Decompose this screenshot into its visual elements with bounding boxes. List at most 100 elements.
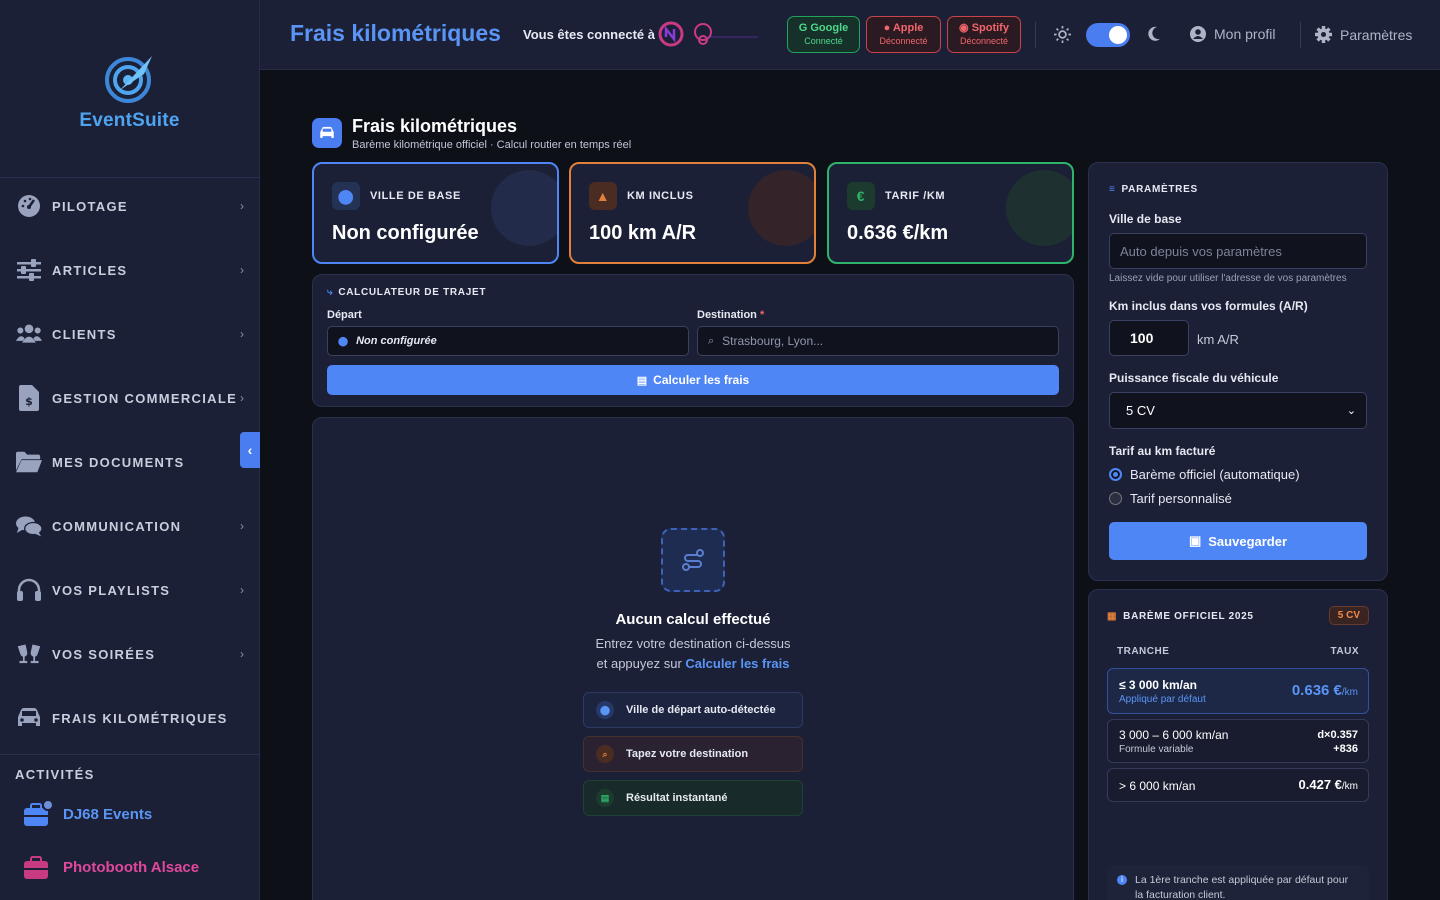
step-instant-result: ▤ Résultat instantané [583,780,803,816]
search-icon: ⌕ [596,745,614,763]
rate-label: Tarif au km facturé [1109,444,1216,458]
activities-section: ACTIVITÉS [0,754,260,782]
page-header: Frais kilométriques Barème kilométrique … [312,116,631,151]
radio-button[interactable] [1109,468,1122,481]
nav-label: CLIENTS [52,326,117,342]
rate-option-custom[interactable]: Tarif personnalisé [1109,491,1232,506]
km-input[interactable]: 100 [1109,320,1189,356]
stat-value: 100 km A/R [589,222,697,244]
nav-label: PILOTAGE [52,198,128,214]
nav-vos-soirees[interactable]: VOS SOIRÉES › [0,622,260,686]
partner-logos [658,21,758,47]
nav-gestion-commerciale[interactable]: $ GESTION COMMERCIALE › [0,366,260,430]
activity-label: DJ68 Events [63,805,153,823]
bareme-title: ▦ BARÈME OFFICIEL 2025 [1107,611,1254,622]
car-icon [312,118,342,148]
base-city-input[interactable]: Auto depuis vos paramètres [1109,233,1367,269]
calculator-icon: ▤ [636,374,648,387]
profile-link[interactable]: Mon profil [1190,26,1275,42]
top-header: Frais kilométriques Vous êtes connecté à… [260,0,1440,70]
settings-panel: ≡ PARAMÈTRES Ville de base Auto depuis v… [1088,162,1388,581]
chevron-down-icon: ⌄ [1346,405,1356,417]
nav-mes-documents[interactable]: MES DOCUMENTS › [0,430,260,494]
google-icon: G [798,21,811,34]
nav-articles[interactable]: ARTICLES › [0,238,260,302]
save-button[interactable]: ▣ Sauvegarder [1109,522,1367,560]
gear-icon [1315,26,1332,43]
results-card: Aucun calcul effectué Entrez votre desti… [312,417,1074,900]
map-pin-icon: ⬤ [596,701,614,719]
header-title: Frais kilométriques [290,20,501,46]
activity-dj68-events[interactable]: DJ68 Events [22,800,152,828]
apple-service-status[interactable]: ● Apple Déconnecté [866,16,941,53]
spotify-service-status[interactable]: ◉ Spotify Déconnecté [947,16,1021,53]
bareme-card: ▦ BARÈME OFFICIEL 2025 5 CV TRANCHE TAUX… [1088,589,1388,900]
nav-frais-kilometriques[interactable]: FRAIS KILOMÉTRIQUES [0,686,260,750]
moon-icon [1148,26,1160,41]
map-pin-icon: ⬤ [338,335,349,346]
stat-card-tarif-km: € TARIF /KM 0.636 €/km [827,162,1074,264]
divider [1035,22,1036,48]
stat-card-ville-de-base: ⬤ VILLE DE BASE Non configurée [312,162,559,264]
calculate-button[interactable]: ▤ Calculer les frais [327,365,1059,395]
activities-title: ACTIVITÉS [15,767,95,782]
google-service-status[interactable]: G Google Connecté [787,16,860,53]
empty-state-line1: Entrez votre destination ci-dessus [595,636,791,651]
theme-toggle[interactable] [1086,23,1130,47]
chevron-right-icon: › [240,263,244,277]
bareme-row: 3 000 – 6 000 km/an Formule variable d×0… [1107,719,1369,763]
euro-icon: € [847,182,875,210]
destination-label: Destination * [697,309,765,321]
settings-link[interactable]: Paramètres [1315,26,1412,43]
stat-label: TARIF /KM [885,190,946,202]
nav-label: VOS PLAYLISTS [52,582,171,598]
service-status-text: Connecté [804,35,843,46]
collapse-sidebar-button[interactable]: ‹ [240,432,260,468]
km-label: Km inclus dans vos formules (A/R) [1109,299,1308,313]
nav-pilotage[interactable]: PILOTAGE › [0,174,260,238]
depart-field[interactable]: ⬤ Non configurée [327,326,689,356]
save-icon: ▣ [1188,533,1202,548]
stat-card-km-inclus: ▲ KM INCLUS 100 km A/R [569,162,816,264]
briefcase-icon [24,800,52,826]
chevron-right-icon: › [240,327,244,341]
apple-icon: ● [883,21,893,34]
invoice-icon: $ [16,385,42,411]
stat-value: 0.636 €/km [847,222,949,244]
chevron-right-icon: › [240,519,244,533]
base-city-hint: Laissez vide pour utiliser l'adresse de … [1109,273,1347,284]
svg-text:$: $ [25,395,33,408]
brand-logo[interactable]: EventSuite [0,0,259,178]
power-select[interactable]: 5 CV ⌄ [1109,392,1367,429]
base-city-label: Ville de base [1109,212,1182,226]
nav-label: FRAIS KILOMÉTRIQUES [52,710,228,726]
step-auto-detect: ⬤ Ville de départ auto-détectée [583,692,803,728]
gauge-icon [16,193,42,219]
radio-button[interactable] [1109,492,1122,505]
nav-communication[interactable]: COMMUNICATION › [0,494,260,558]
rate-option-official[interactable]: Barème officiel (automatique) [1109,467,1300,482]
bareme-info: i La 1ère tranche est appliquée par défa… [1107,865,1369,900]
chevron-right-icon: › [240,391,244,405]
brand-name: EventSuite [79,109,180,131]
route-icon [661,528,725,592]
col-taux: TAUX [1330,646,1359,657]
calculate-link[interactable]: Calculer les frais [685,656,789,671]
bareme-row: > 6 000 km/an 0.427 €/km [1107,768,1369,802]
stat-label: KM INCLUS [627,190,694,202]
nav-vos-playlists[interactable]: VOS PLAYLISTS › [0,558,260,622]
activity-photobooth-alsace[interactable]: Photobooth Alsace [22,853,199,881]
destination-input[interactable]: ⌕ Strasbourg, Lyon... [697,326,1059,356]
folder-icon [16,449,42,475]
car-icon [16,705,42,731]
step-type-destination: ⌕ Tapez votre destination [583,736,803,772]
nav-clients[interactable]: CLIENTS › [0,302,260,366]
chevron-right-icon: › [240,199,244,213]
sliders-icon: ≡ [1109,184,1116,195]
route-icon: ⤷ [327,287,334,298]
page-subtitle: Barème kilométrique officiel · Calcul ro… [352,139,632,151]
calculator-icon: ▤ [596,789,614,807]
col-tranche: TRANCHE [1117,646,1170,657]
empty-state-line2: et appuyez sur Calculer les frais [596,656,790,671]
connected-label: Vous êtes connecté à [523,27,655,42]
